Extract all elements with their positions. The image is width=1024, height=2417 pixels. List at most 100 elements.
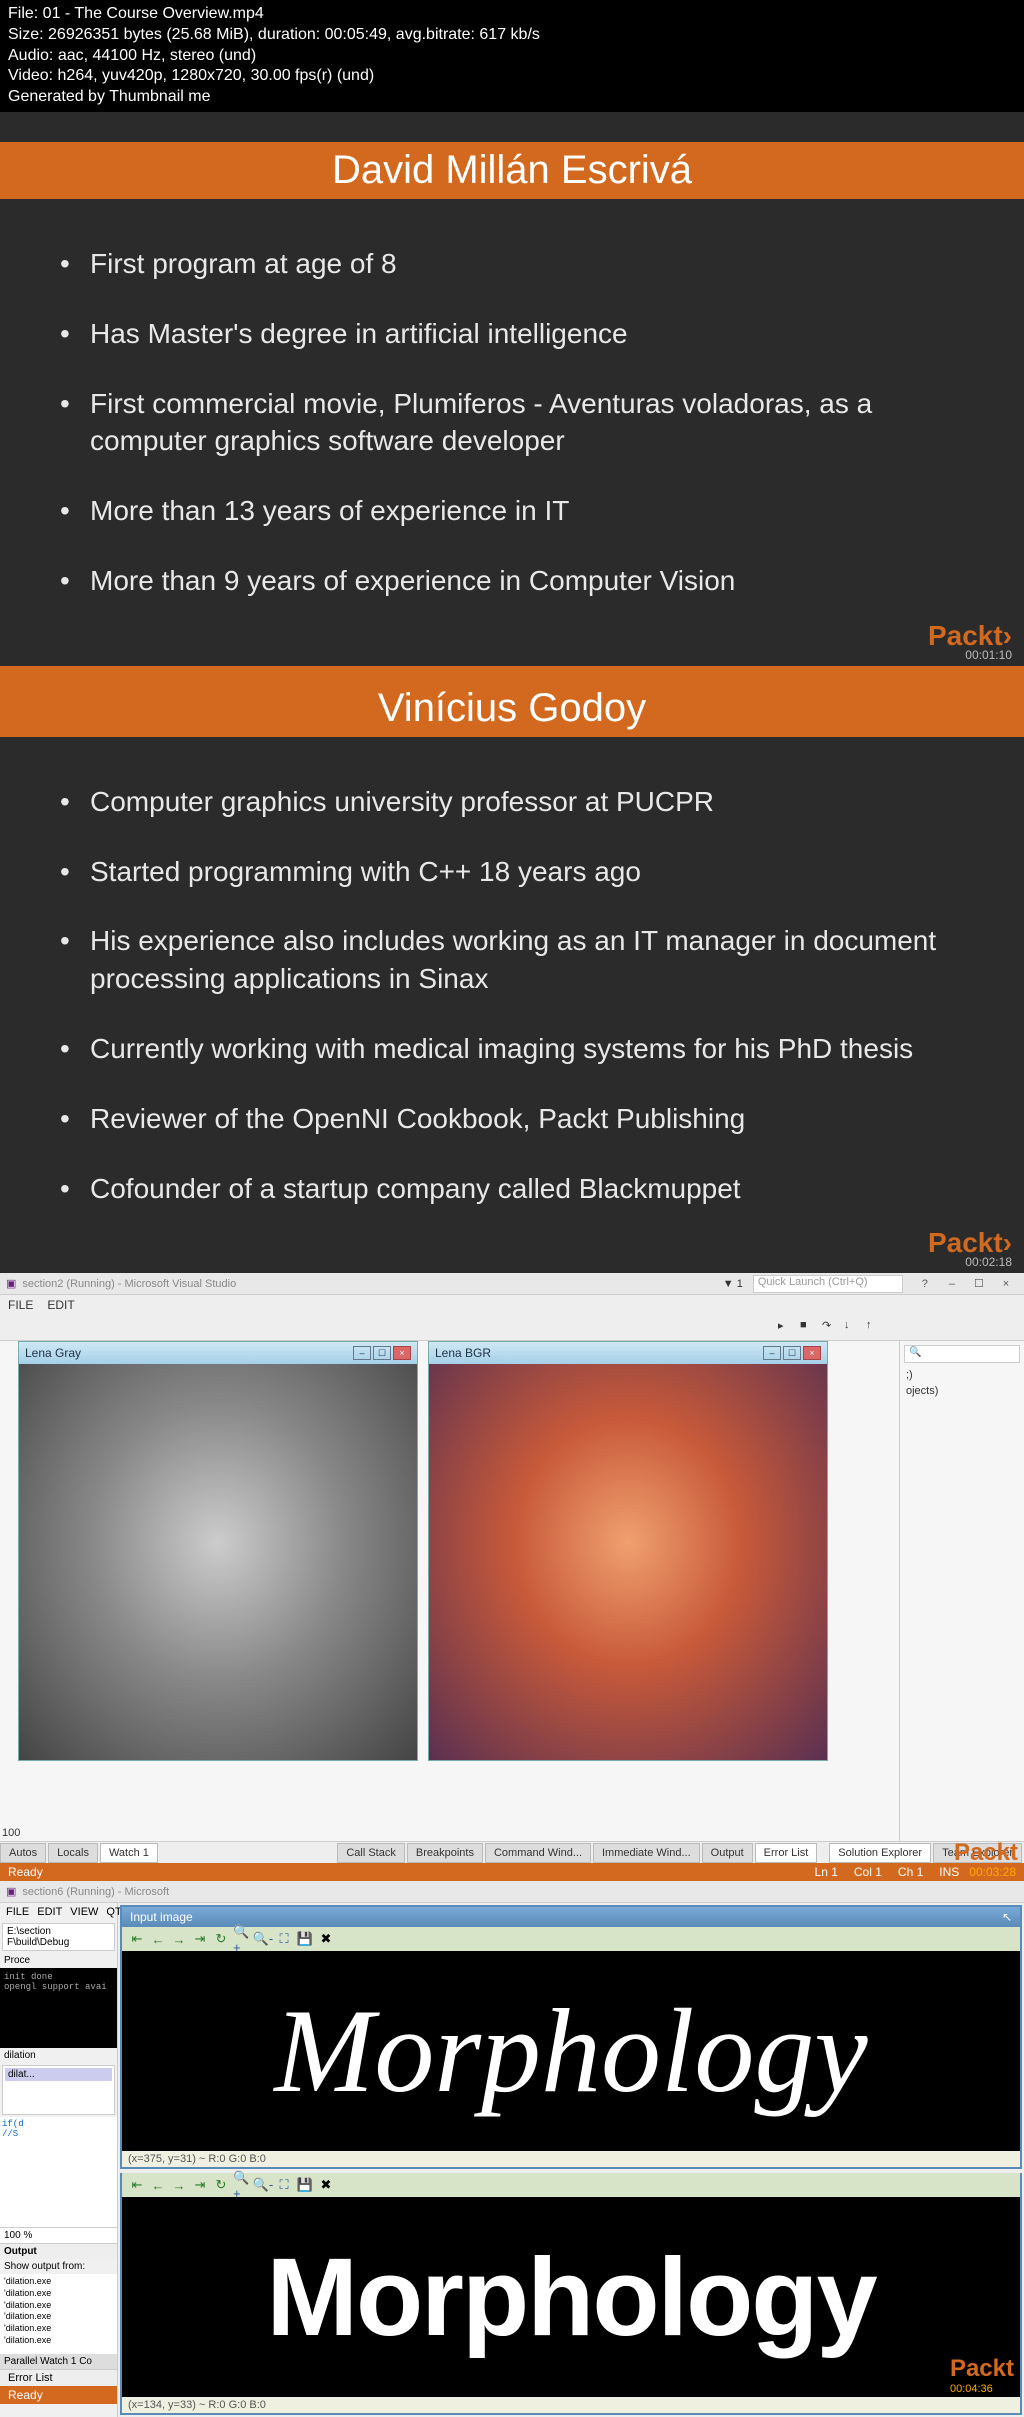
- file-list[interactable]: dilat...: [2, 2065, 115, 2115]
- nav-first-icon[interactable]: ⇤: [128, 1930, 146, 1948]
- slide-header: Vinícius Godoy: [0, 680, 1024, 737]
- bullet: First commercial movie, Plumiferos - Ave…: [60, 369, 964, 477]
- status-ready: Ready: [8, 1865, 43, 1879]
- maximize-icon[interactable]: ☐: [967, 1277, 991, 1290]
- step-icon[interactable]: ↓: [844, 1319, 862, 1337]
- bottom-tabstrip: Autos Locals Watch 1 Call Stack Breakpoi…: [0, 1841, 1024, 1863]
- menu-edit[interactable]: EDIT: [37, 1906, 62, 1918]
- timestamp: 00:04:36: [950, 2383, 993, 2395]
- tab-command[interactable]: Command Wind...: [485, 1843, 591, 1863]
- zoom-in-icon[interactable]: 🔍+: [233, 1930, 251, 1948]
- vs-titlebar[interactable]: ▣ section2 (Running) - Microsoft Visual …: [0, 1273, 1024, 1295]
- tab-immediate[interactable]: Immediate Wind...: [593, 1843, 700, 1863]
- bottom-tabs[interactable]: Parallel Watch 1 Co: [0, 2354, 117, 2369]
- lena-bgr-window[interactable]: Lena BGR – ☐ ×: [428, 1341, 828, 1761]
- meta-size: Size: 26926351 bytes (25.68 MiB), durati…: [8, 25, 1016, 46]
- bullet: Has Master's degree in artificial intell…: [60, 299, 964, 369]
- slide-david: David Millán Escrivá First program at ag…: [0, 112, 1024, 666]
- notification-badge[interactable]: ▼ 1: [723, 1278, 743, 1290]
- refresh-icon[interactable]: ↻: [212, 1930, 230, 1948]
- maximize-icon[interactable]: ☐: [783, 1346, 801, 1360]
- status-col: Col 1: [854, 1865, 882, 1879]
- packt-logo: Packt: [928, 620, 1012, 651]
- output-image-window[interactable]: ⇤ ← → ⇥ ↻ 🔍+ 🔍- ⛶ 💾 ✖ Morphology Packt 0…: [120, 2173, 1022, 2415]
- status-line: Ln 1: [815, 1865, 838, 1879]
- maximize-icon[interactable]: ☐: [373, 1346, 391, 1360]
- lena-color-image: [429, 1364, 827, 1760]
- zoom-level[interactable]: 100: [2, 1827, 20, 1839]
- clear-icon[interactable]: ✖: [317, 2176, 335, 2194]
- toolbar-button[interactable]: ↷: [822, 1319, 840, 1337]
- zoom-out-icon[interactable]: 🔍-: [254, 2176, 272, 2194]
- tab-callstack[interactable]: Call Stack: [337, 1843, 405, 1863]
- menu-edit[interactable]: EDIT: [47, 1298, 74, 1312]
- nav-next-icon[interactable]: →: [170, 1930, 188, 1948]
- nav-next-icon[interactable]: →: [170, 2176, 188, 2194]
- help-icon[interactable]: ?: [913, 1278, 937, 1290]
- nav-first-icon[interactable]: ⇤: [128, 2176, 146, 2194]
- meta-gen: Generated by Thumbnail me: [8, 87, 1016, 108]
- status-ready: Ready: [0, 2386, 117, 2404]
- menu-file[interactable]: FILE: [8, 1298, 33, 1312]
- toolbar-button[interactable]: ▸: [778, 1319, 796, 1337]
- minimize-icon[interactable]: –: [763, 1346, 781, 1360]
- save-icon[interactable]: 💾: [296, 1930, 314, 1948]
- morphology-text: Morphology: [266, 2234, 875, 2361]
- tab-watch[interactable]: Watch 1: [100, 1843, 158, 1863]
- image-status-bar: (x=134, y=33) ~ R:0 G:0 B:0: [122, 2397, 1020, 2413]
- video-metadata: File: 01 - The Course Overview.mp4 Size:…: [0, 0, 1024, 112]
- nav-last-icon[interactable]: ⇥: [191, 1930, 209, 1948]
- vs-toolbar: ▸ ■ ↷ ↓ ↑: [0, 1315, 1024, 1341]
- zoom-level[interactable]: 100 %: [0, 2227, 117, 2243]
- tab-locals[interactable]: Locals: [48, 1843, 98, 1863]
- vs-titlebar[interactable]: ▣ section6 (Running) - Microsoft: [0, 1881, 1024, 1903]
- timestamp: 00:03:28: [969, 1865, 1016, 1879]
- tab-autos[interactable]: Autos: [0, 1843, 46, 1863]
- step-icon[interactable]: ↑: [866, 1319, 884, 1337]
- bullet: More than 9 years of experience in Compu…: [60, 546, 964, 616]
- minimize-icon[interactable]: –: [940, 1278, 964, 1290]
- window-caption: Lena BGR: [435, 1346, 491, 1360]
- nav-prev-icon[interactable]: ←: [149, 2176, 167, 2194]
- refresh-icon[interactable]: ↻: [212, 2176, 230, 2194]
- close-icon[interactable]: ×: [994, 1278, 1018, 1290]
- packt-logo: Packt: [954, 1839, 1018, 1867]
- tab-errorlist[interactable]: Error List: [0, 2369, 117, 2386]
- slide-body: Computer graphics university professor a…: [0, 737, 1024, 1234]
- tab-output[interactable]: Output: [702, 1843, 753, 1863]
- tab-solution-explorer[interactable]: Solution Explorer: [829, 1843, 931, 1863]
- nav-last-icon[interactable]: ⇥: [191, 2176, 209, 2194]
- output-showfrom[interactable]: Show output from:: [0, 2259, 117, 2274]
- list-item[interactable]: dilat...: [5, 2068, 112, 2081]
- packt-logo: Packt: [950, 2355, 1014, 2382]
- tree-item[interactable]: dilation: [0, 2048, 117, 2063]
- zoom-in-icon[interactable]: 🔍+: [233, 2176, 251, 2194]
- meta-file: File: 01 - The Course Overview.mp4: [8, 4, 1016, 25]
- nav-prev-icon[interactable]: ←: [149, 1930, 167, 1948]
- zoom-fit-icon[interactable]: ⛶: [275, 1930, 293, 1948]
- morphology-text: Morphology: [274, 1991, 867, 2111]
- minimize-icon[interactable]: –: [353, 1346, 371, 1360]
- clear-icon[interactable]: ✖: [317, 1930, 335, 1948]
- tab-errorlist[interactable]: Error List: [755, 1843, 818, 1863]
- menu-view[interactable]: VIEW: [70, 1906, 98, 1918]
- tree-item[interactable]: ;): [900, 1367, 1024, 1383]
- input-image-window[interactable]: Input image ↖ ⇤ ← → ⇥ ↻ 🔍+ 🔍- ⛶ 💾 ✖: [120, 1905, 1022, 2169]
- tree-item[interactable]: ojects): [900, 1383, 1024, 1399]
- menu-file[interactable]: FILE: [6, 1906, 29, 1918]
- save-icon[interactable]: 💾: [296, 2176, 314, 2194]
- address-bar[interactable]: E:\section F\build\Debug: [2, 1923, 115, 1951]
- quick-launch-input[interactable]: Quick Launch (Ctrl+Q): [753, 1275, 903, 1293]
- vs-menubar: FILE EDIT: [0, 1295, 1024, 1315]
- image-viewer-column: Input image ↖ ⇤ ← → ⇥ ↻ 🔍+ 🔍- ⛶ 💾 ✖: [118, 1903, 1024, 2417]
- close-icon[interactable]: ×: [803, 1346, 821, 1360]
- tab-breakpoints[interactable]: Breakpoints: [407, 1843, 483, 1863]
- solution-search-input[interactable]: 🔍: [904, 1345, 1020, 1363]
- code-editor[interactable]: if(d //S: [0, 2117, 117, 2227]
- bullet: More than 13 years of experience in IT: [60, 476, 964, 546]
- zoom-out-icon[interactable]: 🔍-: [254, 1930, 272, 1948]
- toolbar-button[interactable]: ■: [800, 1319, 818, 1337]
- close-icon[interactable]: ×: [393, 1346, 411, 1360]
- lena-gray-window[interactable]: Lena Gray – ☐ ×: [18, 1341, 418, 1761]
- zoom-fit-icon[interactable]: ⛶: [275, 2176, 293, 2194]
